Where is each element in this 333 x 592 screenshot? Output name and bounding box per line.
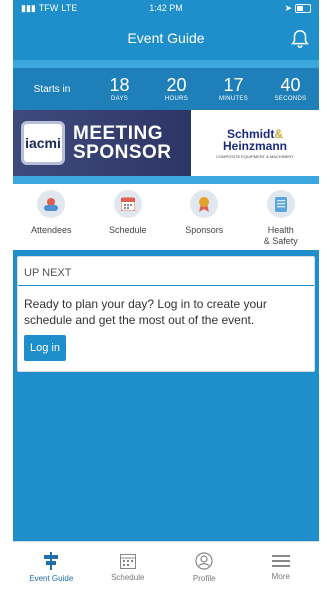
countdown-caption: HOURS [164, 96, 189, 102]
status-bar: ▮▮▮ TFW LTE 1:42 PM ➤ [13, 0, 319, 16]
sponsor-logo: Schmidt& Heinzmann COMPOSITE EQUIPMENT &… [191, 110, 319, 176]
quick-link-label: Sponsors [185, 225, 224, 235]
profile-icon [195, 551, 213, 570]
quick-link-schedule[interactable]: Schedule [90, 190, 167, 250]
up-next-body: Ready to plan your day? Log in to create… [18, 286, 314, 371]
countdown-label: Starts in [33, 83, 71, 95]
headline-line: MEETING [73, 123, 164, 144]
quick-link-label: Schedule [108, 225, 147, 235]
quick-links: Attendees Schedule Sponsors Health & Saf… [13, 184, 319, 250]
banner-divider [13, 176, 319, 184]
page-title: Event Guide [127, 30, 205, 46]
meeting-sponsor-panel: iacmi MEETING SPONSOR [13, 110, 191, 176]
top-header: Event Guide [13, 16, 319, 60]
tab-label: Profile [192, 573, 216, 583]
countdown-bar: Starts in 18 DAYS 20 HOURS 17 MINUTES 40… [13, 68, 319, 110]
meeting-sponsor-heading: MEETING SPONSOR [73, 124, 172, 162]
sponsor-tagline: COMPOSITE EQUIPMENT & MACHINERY [216, 153, 294, 159]
status-time: 1:42 PM [149, 3, 183, 13]
quick-link-attendees[interactable]: Attendees [13, 190, 90, 250]
countdown-days: 18 DAYS [91, 76, 148, 102]
iacmi-logo: iacmi [21, 121, 65, 165]
sponsor-name-line2: Heinzmann [222, 138, 287, 153]
calendar-icon [113, 190, 142, 218]
ribbon-icon [190, 190, 219, 218]
sponsor-name-line1: Schmidt& [226, 126, 283, 141]
signpost-icon [44, 551, 59, 570]
sponsor-banner[interactable]: iacmi MEETING SPONSOR Schmidt& Heinzmann… [13, 110, 319, 176]
tab-schedule[interactable]: Schedule [90, 542, 167, 592]
battery-icon [295, 3, 311, 13]
tab-event-guide[interactable]: Event Guide [13, 542, 90, 592]
countdown-value: 18 [109, 75, 130, 95]
quick-link-label: Health & Safety [263, 225, 298, 246]
login-button[interactable]: Log in [24, 335, 66, 361]
countdown-caption: SECONDS [274, 96, 307, 102]
quick-link-sponsors[interactable]: Sponsors [166, 190, 243, 250]
countdown-value: 17 [223, 75, 244, 95]
up-next-title: UP NEXT [18, 257, 314, 286]
menu-icon [271, 554, 290, 567]
bell-icon[interactable] [289, 28, 311, 50]
tab-more[interactable]: More [243, 542, 320, 592]
headline-line: SPONSOR [73, 142, 172, 163]
countdown-minutes: 17 MINUTES [205, 76, 262, 102]
countdown-caption: MINUTES [218, 96, 249, 102]
calendar-icon [119, 553, 136, 569]
quick-link-health-safety[interactable]: Health & Safety [243, 190, 320, 250]
app-screen: ▮▮▮ TFW LTE 1:42 PM ➤ Event Guide Starts… [13, 0, 319, 592]
people-icon [37, 190, 66, 218]
countdown-value: 40 [280, 75, 301, 95]
tab-label: Schedule [111, 572, 145, 582]
tab-label: Event Guide [29, 573, 74, 583]
countdown-seconds: 40 SECONDS [262, 76, 319, 102]
up-next-message: Ready to plan your day? Log in to create… [24, 297, 267, 327]
header-divider [13, 60, 319, 68]
quick-link-label: Attendees [30, 225, 72, 235]
bottom-tab-bar: Event Guide Schedule Profile More [13, 541, 319, 592]
tab-profile[interactable]: Profile [166, 542, 243, 592]
countdown-caption: DAYS [110, 96, 129, 102]
document-icon [266, 190, 295, 218]
countdown-hours: 20 HOURS [148, 76, 205, 102]
countdown-value: 20 [166, 75, 187, 95]
up-next-card: UP NEXT Ready to plan your day? Log in t… [17, 256, 315, 372]
tab-label: More [271, 571, 290, 581]
